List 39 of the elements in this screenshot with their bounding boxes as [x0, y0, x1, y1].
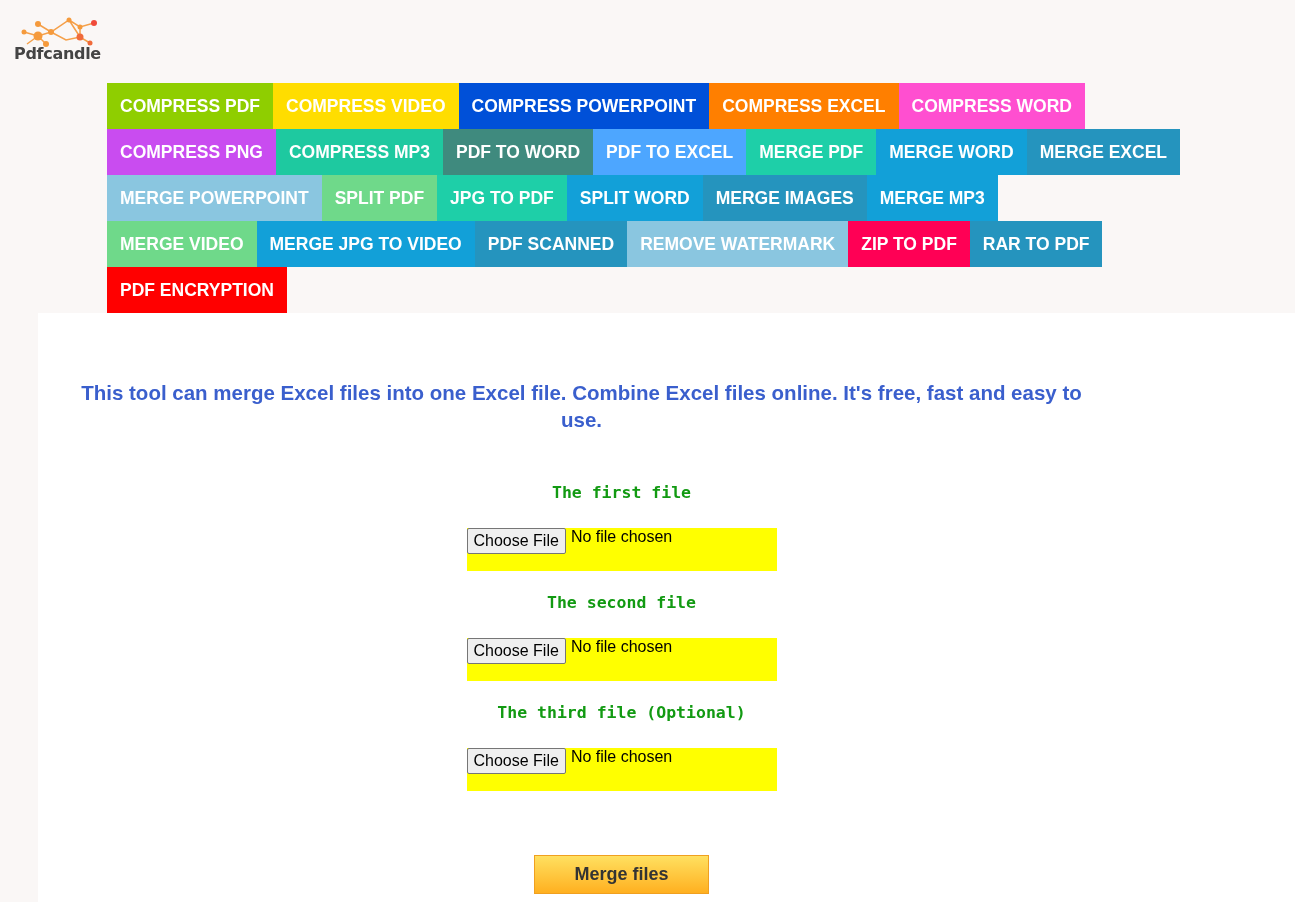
file-input[interactable]: Choose File No file chosen — [466, 638, 777, 681]
tool-menu-link[interactable]: COMPRESS POWERPOINT — [458, 83, 710, 129]
file-status-text: No file chosen — [570, 638, 673, 656]
tool-menu-link[interactable]: MERGE JPG TO VIDEO — [256, 221, 475, 267]
file-input[interactable]: Choose File No file chosen — [466, 528, 777, 571]
file-label: The first file — [551, 483, 692, 502]
file-status-text: No file chosen — [570, 528, 673, 546]
choose-file-button[interactable]: Choose File — [466, 638, 566, 664]
tool-menu-link[interactable]: MERGE PDF — [746, 129, 877, 175]
tool-menu-link[interactable]: RAR TO PDF — [969, 221, 1103, 267]
tool-description: This tool can merge Excel files into one Excel file. Combine Excel files online. It's free, fast and easy to use. — [80, 380, 1083, 433]
tool-menu-link[interactable]: PDF TO EXCEL — [593, 129, 747, 175]
choose-file-button[interactable]: Choose File — [466, 528, 566, 554]
tool-menu-link[interactable]: REMOVE WATERMARK — [627, 221, 849, 267]
tool-menu-link[interactable]: SPLIT PDF — [321, 175, 438, 221]
file-label: The third file (Optional) — [497, 703, 746, 722]
tool-menu-link[interactable]: COMPRESS EXCEL — [709, 83, 899, 129]
tool-menu-link[interactable]: MERGE EXCEL — [1026, 129, 1181, 175]
choose-file-button[interactable]: Choose File — [466, 748, 566, 774]
file-input[interactable]: Choose File No file chosen — [466, 748, 777, 791]
tool-menu-link[interactable]: PDF ENCRYPTION — [107, 267, 287, 313]
file-status-text: No file chosen — [570, 748, 673, 766]
tool-menu-link[interactable]: COMPRESS PDF — [107, 83, 274, 129]
logo-text[interactable]: Pdfcandle — [14, 44, 101, 63]
tool-menu-link[interactable]: MERGE IMAGES — [702, 175, 867, 221]
file-label: The second file — [547, 593, 696, 612]
tool-menu-link[interactable]: COMPRESS WORD — [898, 83, 1085, 129]
tool-menu-link[interactable]: SPLIT WORD — [566, 175, 703, 221]
tool-menu-link[interactable]: PDF SCANNED — [474, 221, 628, 267]
tool-menu-link[interactable]: JPG TO PDF — [437, 175, 567, 221]
merge-files-button[interactable]: Merge files — [534, 855, 709, 894]
tool-menu-link[interactable]: ZIP TO PDF — [848, 221, 970, 267]
tool-menu-link[interactable]: PDF TO WORD — [442, 129, 594, 175]
tool-menu-link[interactable]: MERGE VIDEO — [107, 221, 257, 267]
tool-menu-link[interactable]: MERGE MP3 — [866, 175, 998, 221]
tool-menu-link[interactable]: MERGE POWERPOINT — [107, 175, 322, 221]
tool-menu-link[interactable]: MERGE WORD — [876, 129, 1027, 175]
tool-menu-link[interactable]: COMPRESS MP3 — [275, 129, 443, 175]
tool-menu-link[interactable]: COMPRESS PNG — [107, 129, 276, 175]
